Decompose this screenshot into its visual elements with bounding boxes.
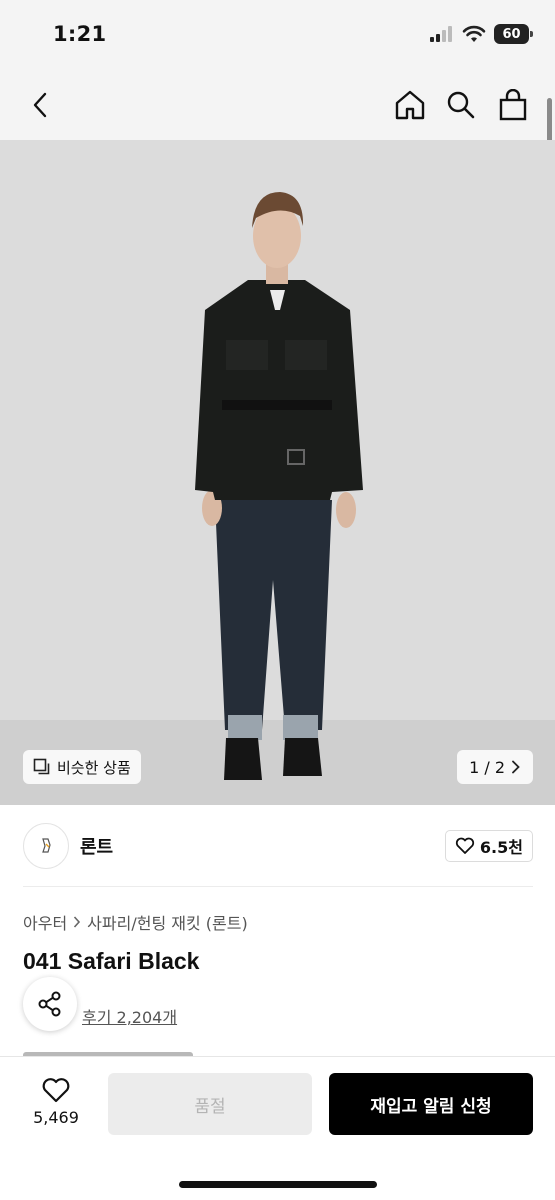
home-button[interactable] — [391, 86, 429, 124]
divider — [23, 886, 533, 887]
home-indicator — [179, 1181, 377, 1188]
brand-name[interactable]: 론트 — [80, 833, 113, 859]
review-link[interactable]: 후기 2,204개 — [82, 1004, 177, 1028]
product-title: 041 Safari Black — [23, 948, 200, 974]
breadcrumb-subcategory[interactable]: 사파리/헌팅 재킷 (론트) — [87, 910, 248, 934]
copy-icon — [33, 758, 50, 775]
status-icons: 60 — [430, 24, 533, 44]
restock-alert-button[interactable]: 재입고 알림 신청 — [329, 1073, 533, 1135]
heart-icon — [455, 837, 475, 854]
brand-like-count: 6.5천 — [479, 838, 523, 857]
search-button[interactable] — [442, 86, 480, 124]
chevron-right-icon — [512, 760, 520, 774]
signal-icon — [430, 26, 452, 42]
model-illustration — [195, 192, 363, 780]
breadcrumb-category[interactable]: 아우터 — [23, 910, 67, 934]
brand-logo[interactable] — [23, 823, 69, 869]
back-icon — [33, 92, 47, 118]
share-icon — [38, 991, 61, 1017]
brand-logo-icon — [42, 838, 51, 853]
home-icon — [395, 90, 425, 120]
brand-like-button[interactable]: 6.5천 — [444, 830, 533, 862]
back-button[interactable] — [22, 86, 60, 124]
similar-products-button[interactable]: 비슷한 상품 — [23, 750, 141, 784]
brand-row: 론트 6.5천 — [23, 822, 533, 870]
search-icon — [447, 91, 475, 119]
image-page-label: 1 / 2 — [469, 757, 505, 777]
cart-button[interactable] — [494, 86, 532, 124]
battery-indicator: 60 — [494, 24, 533, 44]
breadcrumb: 아우터 사파리/헌팅 재킷 (론트) — [23, 910, 248, 934]
product-image[interactable]: 비슷한 상품 1 / 2 — [0, 140, 555, 805]
wifi-icon — [462, 25, 486, 42]
heart-icon — [42, 1078, 70, 1103]
chevron-right-icon — [74, 916, 81, 928]
shopping-bag-icon — [499, 89, 527, 121]
wishlist-count: 5,469 — [33, 1108, 79, 1127]
similar-products-label: 비슷한 상품 — [57, 758, 131, 777]
status-bar: 1:21 60 — [0, 0, 555, 70]
share-button[interactable] — [23, 977, 77, 1031]
soldout-button[interactable]: 품절 — [108, 1073, 312, 1135]
bottom-action-bar: 5,469 품절 재입고 알림 신청 — [0, 1056, 555, 1200]
status-time: 1:21 — [53, 22, 107, 46]
image-page-indicator[interactable]: 1 / 2 — [457, 750, 533, 784]
wishlist-button[interactable]: 5,469 — [22, 1077, 90, 1127]
nav-bar — [0, 70, 555, 140]
